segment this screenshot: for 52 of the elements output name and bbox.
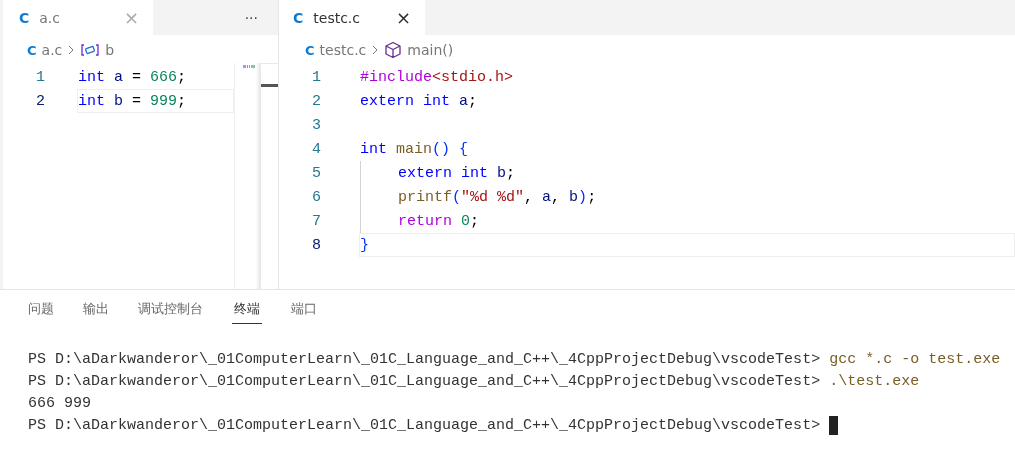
breadcrumb-symbol[interactable]: main() [407, 42, 454, 58]
code-line: int main() { [360, 140, 469, 158]
c-file-icon: C [293, 9, 304, 26]
panel-tab[interactable]: 输出 [83, 300, 109, 324]
code-editor[interactable]: 1 int a = 666; 2 int b = 999; [3, 63, 278, 289]
line-number: 7 [311, 212, 321, 230]
code-line: #include<stdio.h> [360, 68, 514, 86]
code-line: extern int a; [360, 92, 478, 110]
code-line: int a = 666; [78, 68, 187, 86]
scrollbar[interactable] [260, 63, 278, 289]
code-line: return 0; [360, 209, 480, 233]
editor-tab[interactable]: C testc.c × [279, 0, 425, 35]
line-number: 5 [311, 164, 321, 182]
more-actions-button[interactable]: ··· [236, 9, 278, 26]
line-number: 8 [311, 236, 321, 254]
line-number: 2 [311, 92, 321, 110]
terminal-prompt: PS D:\aDarkwanderor\_01ComputerLearn\_01C_Language_and_C++\_4CppProjectDebug\vscodeTest> [28, 372, 821, 390]
line-number: 6 [311, 188, 321, 206]
minimap-code-drawing [243, 65, 255, 69]
panel-tab[interactable]: 端口 [291, 300, 317, 324]
cube-icon [384, 41, 403, 59]
editor-tab[interactable]: C a.c × [3, 0, 153, 35]
line-number: 2 [35, 92, 45, 110]
code-line: printf("%d %d", a, b); [360, 185, 597, 209]
tab-label: a.c [39, 9, 61, 26]
code-line: extern int b; [360, 161, 516, 185]
c-file-icon: C [27, 42, 37, 58]
line-number: 1 [35, 68, 45, 86]
terminal-command: .\test.exe [829, 372, 920, 390]
c-file-icon: C [19, 9, 30, 26]
breadcrumb-symbol[interactable]: b [105, 42, 115, 58]
panel-tab[interactable]: 问题 [28, 300, 54, 324]
terminal-output: 666 999 [28, 394, 91, 412]
terminal-prompt: PS D:\aDarkwanderor\_01ComputerLearn\_01C_Language_and_C++\_4CppProjectDebug\vscodeTest> [28, 350, 821, 368]
code-line: } [360, 236, 369, 254]
chevron-icon [67, 44, 76, 56]
terminal-command: gcc *.c -o test.exe [829, 350, 1001, 368]
line-number: 4 [311, 140, 321, 158]
code-editor[interactable]: 1 #include<stdio.h> 2 extern int a; 3 4 int main() { 5 extern int b; 6 printf("%d %d", a, b); 7 return 0; 8 } [279, 63, 1015, 289]
breadcrumb-file[interactable]: a.c [41, 42, 63, 58]
close-icon[interactable]: × [395, 8, 411, 27]
line-number: 3 [311, 116, 321, 134]
variable-icon [80, 43, 101, 57]
c-file-icon: C [305, 42, 315, 58]
line-number: 1 [311, 68, 321, 86]
panel-tab[interactable]: 调试控制台 [138, 300, 203, 324]
breadcrumb-file[interactable]: testc.c [319, 42, 367, 58]
panel-tab[interactable]: 终端 [232, 300, 262, 324]
chevron-icon [371, 44, 380, 56]
code-line: int b = 999; [78, 92, 187, 110]
tab-label: testc.c [313, 9, 361, 26]
terminal-prompt: PS D:\aDarkwanderor\_01ComputerLearn\_01C_Language_and_C++\_4CppProjectDebug\vscodeTest> [28, 416, 821, 434]
